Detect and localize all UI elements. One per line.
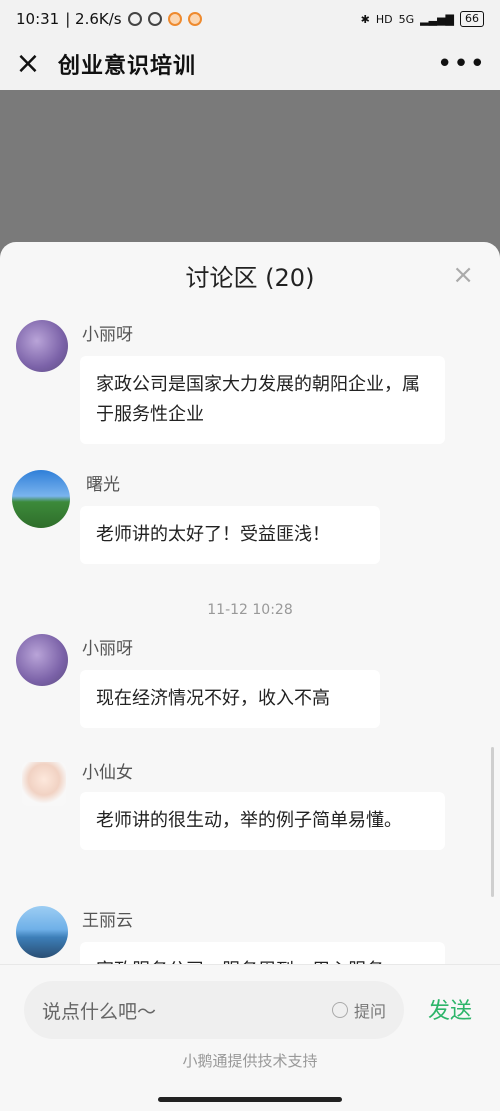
comment-text: 现在经济情况不好，收入不高 [80, 670, 380, 728]
comment-author: 曙光 [86, 475, 120, 495]
bluetooth-icon: ✱ [360, 12, 370, 26]
dimmed-overlay[interactable] [0, 90, 500, 250]
radio-icon[interactable] [331, 1002, 348, 1018]
comment-input[interactable]: 说点什么吧～ 提问 [24, 981, 404, 1039]
page-title: 创业意识培训 [58, 54, 197, 79]
sheet-title: 讨论区 (20) [185, 264, 315, 292]
comment-text: 老师讲的很生动，举的例子简单易懂。 [80, 792, 445, 850]
input-placeholder: 说点什么吧～ [42, 1000, 157, 1023]
scrollbar[interactable] [491, 747, 494, 897]
comment-input-bar: 说点什么吧～ 提问 发送 [0, 964, 500, 1048]
avatar[interactable] [16, 634, 68, 686]
more-options-icon[interactable]: ••• [437, 49, 486, 79]
avatar[interactable] [12, 470, 70, 528]
app-notification-icon [167, 12, 182, 26]
status-speed: | 2.6K/s [65, 10, 122, 28]
app-notification-icon-2 [187, 12, 202, 26]
comment-author: 小丽呀 [82, 325, 133, 345]
status-time: 10:31 [16, 10, 60, 28]
close-icon[interactable]: × [14, 49, 42, 79]
home-indicator[interactable] [158, 1097, 342, 1102]
avatar[interactable] [16, 320, 68, 372]
comment-author: 王丽云 [82, 911, 133, 931]
battery-icon: 66 [460, 11, 484, 27]
sheet-header: 讨论区 (20) × [0, 242, 500, 314]
avatar[interactable] [22, 762, 66, 806]
network-label: 5G [398, 12, 415, 26]
comment-author: 小仙女 [82, 763, 133, 783]
comment-text: 家政公司是国家大力发展的朝阳企业，属于服务性企业 [80, 356, 445, 444]
powered-by-footer: 小鹅通提供技术支持 [182, 1052, 318, 1070]
sheet-close-icon[interactable]: × [452, 260, 474, 290]
status-bar: 10:31 | 2.6K/s ✱ HD 5G ▂▃▅▇ 66 [0, 0, 500, 38]
hd-icon: HD [375, 12, 393, 26]
ask-toggle[interactable]: 提问 [331, 998, 386, 1022]
send-button[interactable]: 发送 [428, 993, 472, 1025]
top-navigation-bar: × 创业意识培训 ••• [0, 38, 500, 90]
alarm-icon [147, 12, 162, 26]
ask-label: 提问 [353, 1002, 386, 1021]
comment-text: 老师讲的太好了！受益匪浅！ [80, 506, 380, 564]
avatar[interactable] [16, 906, 68, 958]
comment-author: 小丽呀 [82, 639, 133, 659]
comment-timestamp: 11-12 10:28 [207, 602, 293, 618]
alarm-off-icon [127, 12, 142, 26]
signal-icon: ▂▃▅▇ [420, 12, 454, 26]
